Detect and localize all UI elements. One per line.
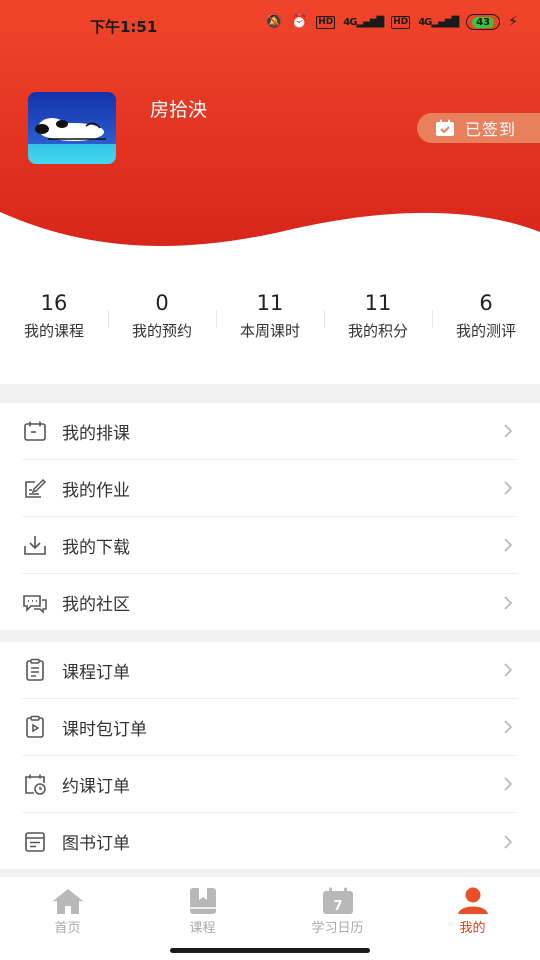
tab-home[interactable]: 首页 [0,877,135,960]
chevron-right-icon [504,424,513,438]
stat-label: 本周课时 [239,322,300,340]
chevron-right-icon [504,663,513,677]
stat-value: 0 [155,291,169,315]
menu-item-my-homework[interactable]: 我的作业 [22,460,518,517]
menu-item-book-orders[interactable]: 图书订单 [22,813,518,870]
chevron-right-icon [504,595,513,610]
snoopy-avatar-image [28,92,116,164]
menu-item-lesson-package-orders[interactable]: 课时包订单 [22,699,518,756]
mute-bell-icon: 🔕 [265,14,283,30]
menu-item-my-downloads[interactable]: 我的下载 [22,517,518,574]
hd-badge-2: HD [391,15,411,29]
profile-header: 下午1:51 🔕 ⏰ HD 4G▂▄▆█ HD 4G▂▄▆█ 43 ⚡ 房拾泱 … [0,0,540,260]
chevron-right-icon [504,834,513,849]
stat-value: 11 [364,291,392,315]
chevron-right-icon [504,720,513,734]
network-label-2: 4G [418,16,432,28]
menu-label: 我的社区 [62,595,130,615]
menu-group-orders: 课程订单 课时包订单 约课订单 图书订单 [0,642,540,870]
section-divider [0,384,540,403]
stat-weekly-lessons[interactable]: 11 本周课时 [216,288,324,358]
chevron-right-icon [504,538,513,552]
signin-label: 已签到 [465,120,517,139]
section-divider [0,630,540,642]
stat-label: 我的测评 [455,322,516,340]
chevron-right-icon [504,777,513,791]
status-bar: 下午1:51 🔕 ⏰ HD 4G▂▄▆█ HD 4G▂▄▆█ 43 ⚡ [0,0,540,50]
download-icon [22,532,48,558]
calendar-check-icon [436,119,454,136]
stat-my-reservations[interactable]: 0 我的预约 [108,288,216,358]
tab-mine[interactable]: 我的 [405,877,540,960]
clipboard-play-icon [22,714,48,740]
calendar-day-icon: 7 [321,887,355,915]
chat-bubbles-icon [22,590,48,616]
tab-label: 课程 [189,921,216,936]
status-icons: 🔕 ⏰ HD 4G▂▄▆█ HD 4G▂▄▆█ 43 ⚡ [265,14,518,30]
signal-icon-2: 4G▂▄▆█ [418,16,459,28]
menu-label: 图书订单 [62,834,130,854]
menu-label: 课程订单 [62,662,130,683]
calendar-clock-icon [22,771,48,797]
username: 房拾泱 [150,99,208,121]
menu-item-booking-orders[interactable]: 约课订单 [22,756,518,813]
clipboard-list-icon [22,657,48,683]
menu-item-course-orders[interactable]: 课程订单 [22,642,518,699]
menu-label: 我的下载 [62,537,130,558]
menu-label: 约课订单 [62,776,130,797]
calendar-badge: 7 [333,899,342,914]
calendar-icon [22,418,48,444]
tab-label: 学习日历 [311,921,364,936]
avatar[interactable] [28,92,116,164]
menu-label: 我的作业 [62,480,130,501]
hd-badge-1: HD [316,15,336,29]
menu-group-learning: 我的排课 我的作业 我的下载 我的社区 [0,403,540,631]
menu-item-my-schedule[interactable]: 我的排课 [22,403,518,460]
stat-label: 我的预约 [131,322,192,340]
tab-label: 我的 [459,921,486,936]
home-indicator [170,948,370,953]
chevron-right-icon [504,481,513,495]
book-order-icon [22,829,48,855]
person-icon [456,887,490,915]
menu-label: 课时包订单 [62,719,147,740]
stat-value: 16 [40,291,68,315]
signin-button[interactable]: 已签到 [417,113,540,143]
battery-level: 43 [472,16,495,28]
stat-value: 6 [479,291,493,315]
stat-label: 我的积分 [347,322,408,340]
tab-label: 首页 [54,921,81,936]
menu-label: 我的排课 [62,423,130,444]
bookmark-book-icon [186,887,220,915]
signal-icon-1: 4G▂▄▆█ [343,16,384,28]
stat-my-assessments[interactable]: 6 我的测评 [432,288,540,358]
stat-my-courses[interactable]: 16 我的课程 [0,288,108,358]
edit-note-icon [22,475,48,501]
alarm-icon: ⏰ [290,14,309,30]
charging-bolt-icon: ⚡ [508,14,518,30]
battery-icon: 43 [466,14,501,30]
stats-row: 16 我的课程 0 我的预约 11 本周课时 11 我的积分 6 我的测评 [0,288,540,358]
home-icon [51,887,85,915]
stat-my-points[interactable]: 11 我的积分 [324,288,432,358]
network-label-1: 4G [343,16,357,28]
stat-label: 我的课程 [23,322,84,340]
stat-value: 11 [256,291,284,315]
status-time: 下午1:51 [90,18,158,36]
menu-item-my-community[interactable]: 我的社区 [22,574,518,631]
